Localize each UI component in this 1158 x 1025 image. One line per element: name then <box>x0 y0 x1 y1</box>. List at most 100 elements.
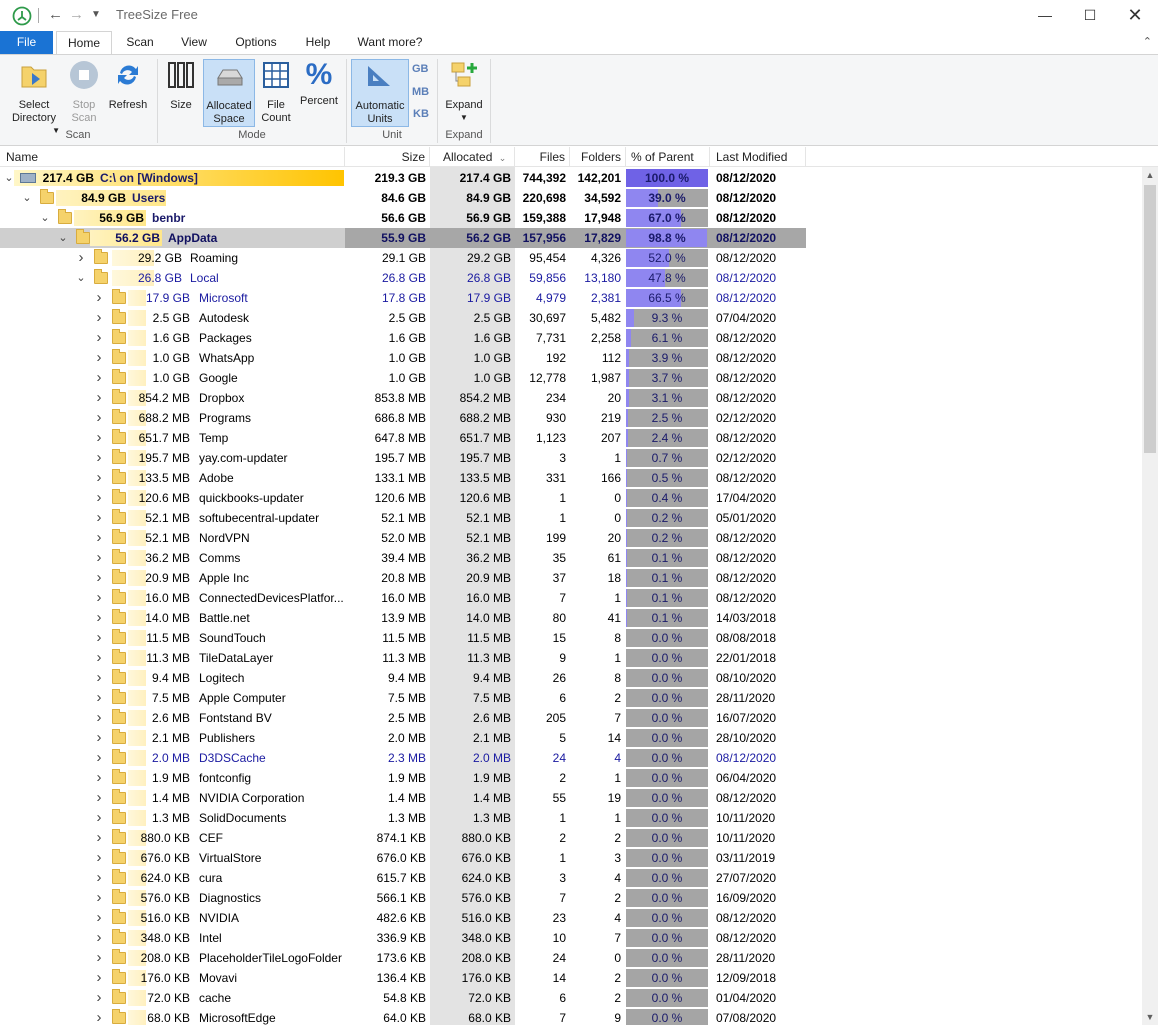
table-row[interactable]: › 2.6 MB Fontstand BV 2.5 MB 2.6 MB 205 7 0.0 %… <box>0 708 1142 728</box>
collapse-ribbon-icon[interactable]: ⌃ <box>1143 35 1152 48</box>
quick-access-dropdown-icon[interactable]: ▼ <box>91 5 101 25</box>
table-row[interactable]: › 1.0 GB Google 1.0 GB 1.0 GB 12,778 1,987 3.7 … <box>0 368 1142 388</box>
tab-home[interactable]: Home <box>56 31 112 56</box>
chevron-right-icon[interactable]: › <box>93 988 105 1008</box>
tab-scan[interactable]: Scan <box>118 31 162 55</box>
table-row[interactable]: › 72.0 KB cache 54.8 KB 72.0 KB 6 2 0.0 % 01/04/… <box>0 988 1142 1008</box>
column-percent-parent[interactable]: % of Parent ... <box>626 147 710 184</box>
chevron-right-icon[interactable]: › <box>93 288 105 308</box>
back-arrow-icon[interactable]: ← <box>48 5 63 25</box>
automatic-units-button[interactable]: Automatic Units <box>351 59 409 127</box>
chevron-right-icon[interactable]: › <box>93 708 105 728</box>
table-row[interactable]: ⌄ 84.9 GB Users 84.6 GB 84.9 GB 220,698 34,592… <box>0 188 1142 208</box>
table-row[interactable]: › 120.6 MB quickbooks-updater 120.6 MB 120.6… <box>0 488 1142 508</box>
table-row[interactable]: › 29.2 GB Roaming 29.1 GB 29.2 GB 95,454 4,326… <box>0 248 1142 268</box>
table-row[interactable]: › 651.7 MB Temp 647.8 MB 651.7 MB 1,123 207 2.4… <box>0 428 1142 448</box>
table-row[interactable]: ⌄ 217.4 GB C:\ on [Windows] 219.3 GB 217.4 G… <box>0 168 1142 188</box>
chevron-right-icon[interactable]: › <box>93 628 105 648</box>
select-directory-button[interactable]: Select Directory ▼ <box>4 59 64 137</box>
treesize-app-icon[interactable] <box>12 6 32 26</box>
table-row[interactable]: › 176.0 KB Movavi 136.4 KB 176.0 KB 14 2 0.0 % 1… <box>0 968 1142 988</box>
table-row[interactable]: ⌄ 26.8 GB Local 26.8 GB 26.8 GB 59,856 13,180 4… <box>0 268 1142 288</box>
table-row[interactable]: › 880.0 KB CEF 874.1 KB 880.0 KB 2 2 0.0 % 10/11… <box>0 828 1142 848</box>
chevron-down-icon[interactable]: ⌄ <box>39 208 51 228</box>
chevron-right-icon[interactable]: › <box>93 648 105 668</box>
table-row[interactable]: › 133.5 MB Adobe 133.1 MB 133.5 MB 331 166 0.5 … <box>0 468 1142 488</box>
table-row[interactable]: › 348.0 KB Intel 336.9 KB 348.0 KB 10 7 0.0 % 08… <box>0 928 1142 948</box>
table-row[interactable]: › 1.6 GB Packages 1.6 GB 1.6 GB 7,731 2,258 6.1… <box>0 328 1142 348</box>
chevron-right-icon[interactable]: › <box>93 888 105 908</box>
table-row[interactable]: › 1.9 MB fontconfig 1.9 MB 1.9 MB 2 1 0.0 % 06/0… <box>0 768 1142 788</box>
size-mode-button[interactable]: Size <box>163 59 199 112</box>
column-last-modified[interactable]: Last Modified <box>710 147 806 167</box>
table-row[interactable]: › 854.2 MB Dropbox 853.8 MB 854.2 MB 234 20 3.1… <box>0 388 1142 408</box>
chevron-right-icon[interactable]: › <box>93 408 105 428</box>
tab-view[interactable]: View <box>172 31 216 55</box>
chevron-right-icon[interactable]: › <box>93 848 105 868</box>
chevron-right-icon[interactable]: › <box>93 428 105 448</box>
table-row[interactable]: › 1.0 GB WhatsApp 1.0 GB 1.0 GB 192 112 3.9 % 08… <box>0 348 1142 368</box>
chevron-down-icon[interactable]: ⌄ <box>75 268 87 288</box>
chevron-right-icon[interactable]: › <box>93 388 105 408</box>
allocated-space-button[interactable]: Allocated Space <box>203 59 255 127</box>
chevron-right-icon[interactable]: › <box>93 668 105 688</box>
chevron-right-icon[interactable]: › <box>93 548 105 568</box>
chevron-right-icon[interactable]: › <box>93 608 105 628</box>
chevron-right-icon[interactable]: › <box>93 968 105 988</box>
table-row[interactable]: › 7.5 MB Apple Computer 7.5 MB 7.5 MB 6 2 0.0 %… <box>0 688 1142 708</box>
chevron-right-icon[interactable]: › <box>93 308 105 328</box>
table-row[interactable]: › 9.4 MB Logitech 9.4 MB 9.4 MB 26 8 0.0 % 08/10… <box>0 668 1142 688</box>
tab-want-more[interactable]: Want more? <box>352 31 428 55</box>
chevron-down-icon[interactable]: ⌄ <box>57 228 69 248</box>
file-count-button[interactable]: File Count <box>258 59 294 125</box>
table-row[interactable]: › 17.9 GB Microsoft 17.8 GB 17.9 GB 4,979 2,38… <box>0 288 1142 308</box>
scroll-down-icon[interactable]: ▼ <box>1142 1009 1158 1025</box>
chevron-right-icon[interactable]: › <box>93 688 105 708</box>
tab-help[interactable]: Help <box>298 31 338 55</box>
table-row[interactable]: ⌄ 56.2 GB AppData 55.9 GB 56.2 GB 157,956 17,8… <box>0 228 1142 248</box>
scrollbar-thumb[interactable] <box>1144 185 1156 453</box>
table-row[interactable]: › 676.0 KB VirtualStore 676.0 KB 676.0 KB 1 3 0… <box>0 848 1142 868</box>
table-row[interactable]: ⌄ 56.9 GB benbr 56.6 GB 56.9 GB 159,388 17,948… <box>0 208 1142 228</box>
table-row[interactable]: › 11.3 MB TileDataLayer 11.3 MB 11.3 MB 9 1 0.0… <box>0 648 1142 668</box>
minimize-button[interactable]: — <box>1022 3 1068 27</box>
chevron-right-icon[interactable]: › <box>93 328 105 348</box>
chevron-right-icon[interactable]: › <box>93 868 105 888</box>
table-row[interactable]: › 2.0 MB D3DSCache 2.3 MB 2.0 MB 24 4 0.0 % 08/1… <box>0 748 1142 768</box>
table-row[interactable]: › 36.2 MB Comms 39.4 MB 36.2 MB 35 61 0.1 % 08/1… <box>0 548 1142 568</box>
chevron-right-icon[interactable]: › <box>75 248 87 268</box>
table-row[interactable]: › 208.0 KB PlaceholderTileLogoFolder 173.6 … <box>0 948 1142 968</box>
chevron-right-icon[interactable]: › <box>93 808 105 828</box>
table-row[interactable]: › 52.1 MB softubecentral-updater 52.1 MB 52.… <box>0 508 1142 528</box>
table-row[interactable]: › 688.2 MB Programs 686.8 MB 688.2 MB 930 219 2… <box>0 408 1142 428</box>
table-row[interactable]: › 14.0 MB Battle.net 13.9 MB 14.0 MB 80 41 0.1 … <box>0 608 1142 628</box>
chevron-down-icon[interactable]: ⌄ <box>21 188 33 208</box>
table-row[interactable]: › 576.0 KB Diagnostics 566.1 KB 576.0 KB 7 2 0.… <box>0 888 1142 908</box>
table-row[interactable]: › 11.5 MB SoundTouch 11.5 MB 11.5 MB 15 8 0.0 %… <box>0 628 1142 648</box>
chevron-right-icon[interactable]: › <box>93 788 105 808</box>
table-row[interactable]: › 2.1 MB Publishers 2.0 MB 2.1 MB 5 14 0.0 % 28/… <box>0 728 1142 748</box>
chevron-right-icon[interactable]: › <box>93 568 105 588</box>
percent-button[interactable]: % Percent <box>298 59 340 108</box>
close-button[interactable]: ✕ <box>1112 3 1158 27</box>
chevron-right-icon[interactable]: › <box>93 588 105 608</box>
chevron-right-icon[interactable]: › <box>93 728 105 748</box>
stop-scan-button[interactable]: Stop Scan <box>66 59 102 125</box>
table-row[interactable]: › 20.9 MB Apple Inc 20.8 MB 20.9 MB 37 18 0.1 %… <box>0 568 1142 588</box>
unit-kb-button[interactable]: KB <box>413 108 429 120</box>
column-size[interactable]: Size <box>345 147 430 167</box>
table-row[interactable]: › 1.3 MB SolidDocuments 1.3 MB 1.3 MB 1 1 0.0 %… <box>0 808 1142 828</box>
column-folders[interactable]: Folders <box>570 147 626 167</box>
chevron-right-icon[interactable]: › <box>93 448 105 468</box>
table-row[interactable]: › 68.0 KB MicrosoftEdge 64.0 KB 68.0 KB 7 9 0.0… <box>0 1008 1142 1025</box>
maximize-button[interactable]: ☐ <box>1067 3 1113 27</box>
column-name[interactable]: Name <box>0 147 345 167</box>
chevron-right-icon[interactable]: › <box>93 768 105 788</box>
expand-button[interactable]: Expand ▼ <box>442 59 486 124</box>
table-row[interactable]: › 2.5 GB Autodesk 2.5 GB 2.5 GB 30,697 5,482 9.… <box>0 308 1142 328</box>
table-row[interactable]: › 16.0 MB ConnectedDevicesPlatfor... 16.0 M… <box>0 588 1142 608</box>
chevron-right-icon[interactable]: › <box>93 488 105 508</box>
tab-options[interactable]: Options <box>228 31 284 55</box>
unit-mb-button[interactable]: MB <box>412 86 429 98</box>
scroll-up-icon[interactable]: ▲ <box>1142 167 1158 183</box>
